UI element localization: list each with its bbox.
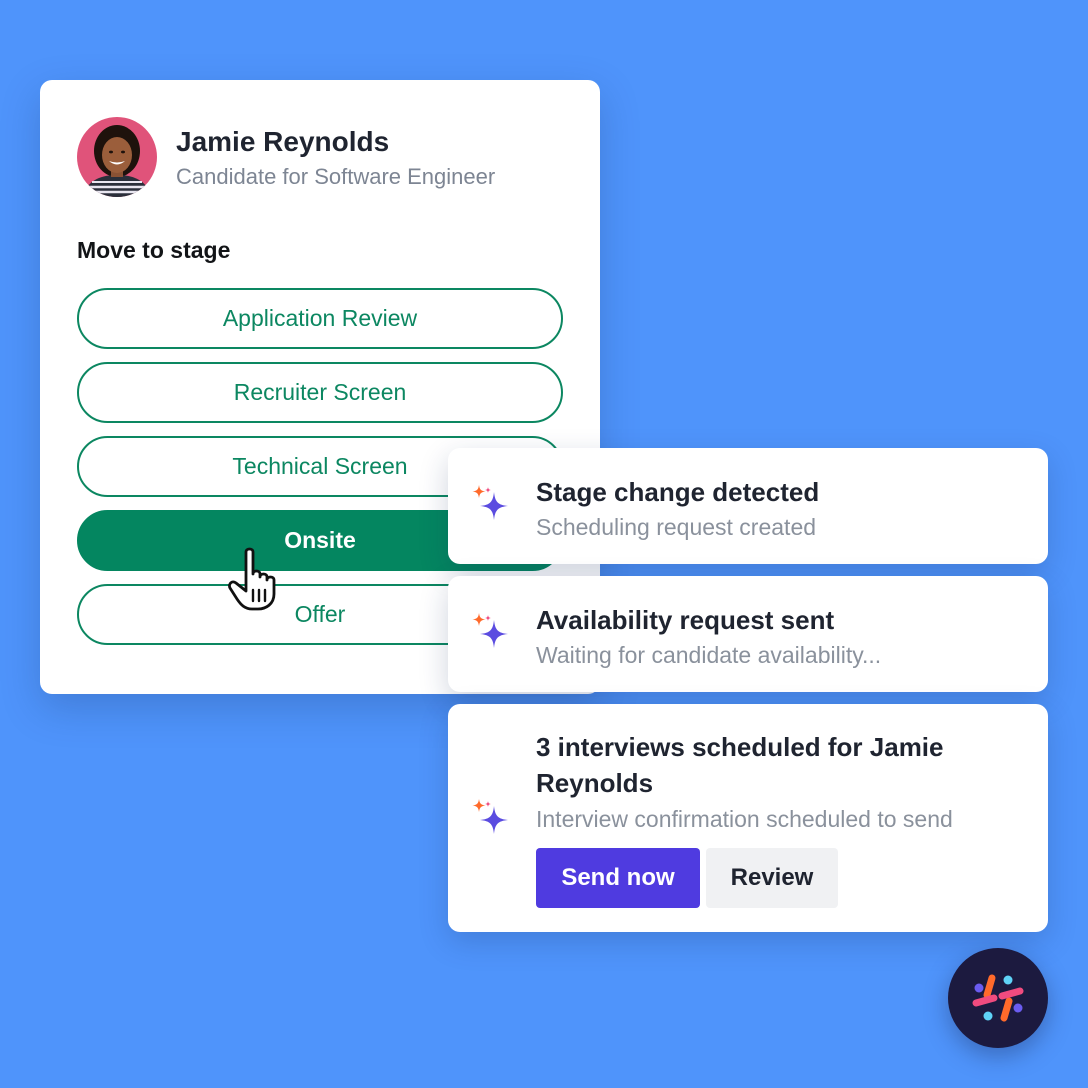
notification-subtitle: Interview confirmation scheduled to send [536, 806, 953, 832]
send-now-button[interactable]: Send now [536, 848, 700, 908]
sparkle-icon [472, 799, 508, 834]
review-button[interactable]: Review [706, 848, 838, 908]
notification-subtitle: Scheduling request created [536, 514, 817, 540]
stage-button-recruiter-screen[interactable]: Recruiter Screen [77, 362, 563, 423]
sparkle-icon [472, 613, 508, 648]
brand-badge[interactable] [948, 948, 1048, 1048]
app-canvas: Jamie Reynolds Candidate for Software En… [0, 0, 1088, 1088]
notification-stage-change: Stage change detected Scheduling request… [448, 448, 1048, 564]
pointer-hand-icon [228, 547, 276, 611]
notification-interviews-scheduled: 3 interviews scheduled for Jamie Reynold… [448, 704, 1048, 932]
sparkle-icon [472, 485, 508, 520]
stage-heading: Move to stage [77, 237, 231, 263]
stage-button-application-review[interactable]: Application Review [77, 288, 563, 349]
notification-title: Stage change detected [536, 477, 820, 507]
candidate-role: Candidate for Software Engineer [176, 164, 496, 189]
candidate-photo [77, 117, 157, 197]
candidate-name: Jamie Reynolds [176, 126, 390, 157]
brand-logo-icon [972, 974, 1024, 1022]
candidate-avatar [77, 117, 157, 197]
notification-availability: Availability request sent Waiting for ca… [448, 576, 1048, 692]
notification-title: 3 interviews scheduled for Jamie Reynold… [536, 732, 944, 798]
notification-subtitle: Waiting for candidate availability... [536, 642, 882, 668]
notification-title: Availability request sent [536, 605, 835, 635]
